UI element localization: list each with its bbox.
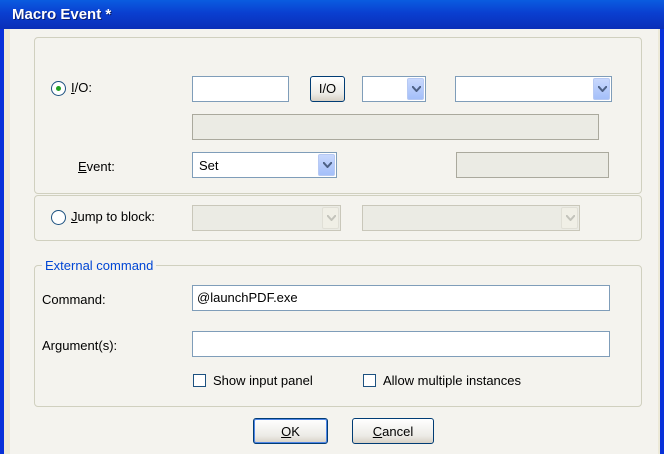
io-input[interactable] <box>192 76 289 102</box>
io-radio[interactable] <box>51 81 66 96</box>
io-large-combo[interactable] <box>455 76 612 102</box>
dialog-title: Macro Event * <box>0 0 664 29</box>
event-label: Event: <box>78 159 115 174</box>
command-label: Command: <box>42 292 106 307</box>
chevron-down-icon[interactable] <box>593 78 610 100</box>
jump-block-combo <box>192 205 341 231</box>
chevron-down-icon[interactable] <box>318 154 335 176</box>
io-browse-button[interactable]: I/O <box>310 76 345 102</box>
io-small-combo[interactable] <box>362 76 426 102</box>
command-input[interactable]: @launchPDF.exe <box>192 285 610 311</box>
arguments-input[interactable] <box>192 331 610 357</box>
dialog-content: I/O: I/O Event: Set Jump to block: Exter… <box>10 29 658 454</box>
arguments-label: Argument(s): <box>42 338 118 353</box>
chevron-down-icon <box>322 207 339 229</box>
event-extra-field <box>456 152 609 178</box>
show-input-panel-label[interactable]: Show input panel <box>213 373 313 388</box>
jump-radio-label[interactable]: Jump to block: <box>71 209 155 224</box>
io-radio-dot <box>56 86 61 91</box>
external-command-legend: External command <box>42 258 157 273</box>
cancel-button[interactable]: Cancel <box>352 418 434 444</box>
event-combo[interactable]: Set <box>192 152 337 178</box>
allow-multiple-instances-checkbox[interactable] <box>363 374 376 387</box>
allow-multiple-instances-label[interactable]: Allow multiple instances <box>383 373 521 388</box>
show-input-panel-checkbox[interactable] <box>193 374 206 387</box>
jump-radio[interactable] <box>51 210 66 225</box>
io-radio-label[interactable]: I/O: <box>71 80 92 95</box>
chevron-down-icon <box>561 207 578 229</box>
ok-button[interactable]: OK <box>253 418 328 444</box>
macro-event-dialog: Macro Event * I/O: I/O Event: Set Jump t… <box>0 0 664 454</box>
jump-target-combo <box>362 205 580 231</box>
io-description-field <box>192 114 599 140</box>
chevron-down-icon[interactable] <box>407 78 424 100</box>
